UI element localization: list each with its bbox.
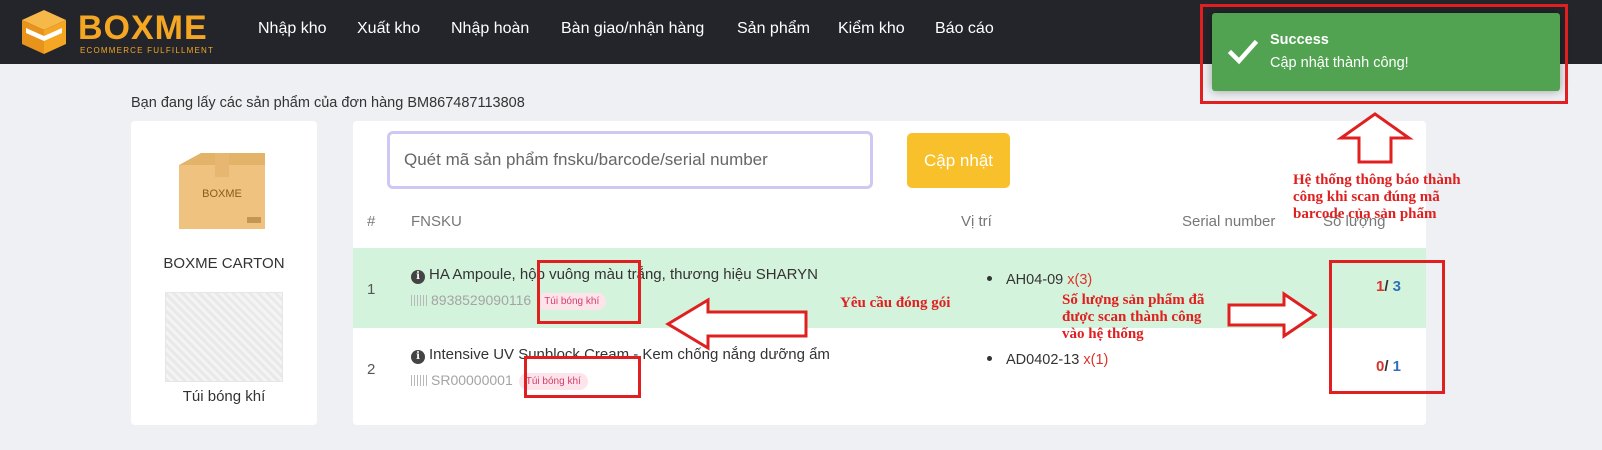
box-logo-icon bbox=[22, 10, 66, 54]
right-arrow-icon bbox=[1227, 291, 1318, 339]
info-icon[interactable]: i bbox=[411, 350, 425, 364]
nav-item-kiem-kho[interactable]: Kiểm kho bbox=[838, 19, 905, 39]
product-code-text: 8938529090116 bbox=[431, 292, 532, 308]
boxme-logo[interactable]: BOXME ECOMMERCE FULFILLMENT bbox=[18, 6, 228, 58]
bag-name: Túi bóng khí bbox=[182, 388, 266, 405]
location-item: AD0402-13 x(1) bbox=[987, 352, 1108, 368]
quantity-annotation: Số lượng sản phẩm đã được scan thành côn… bbox=[1062, 292, 1205, 342]
packing-annotation: Yêu cầu đóng gói bbox=[840, 295, 951, 311]
nav-item-xuat-kho[interactable]: Xuất kho bbox=[357, 19, 420, 39]
row-index: 2 bbox=[367, 361, 376, 378]
brand-tagline: ECOMMERCE FULFILLMENT bbox=[80, 46, 215, 55]
order-heading: Bạn đang lấy các sản phẩm của đơn hàng B… bbox=[131, 95, 525, 111]
product-code-text: SR00000001 bbox=[431, 372, 513, 388]
bullet-icon bbox=[987, 356, 992, 361]
bullet-icon bbox=[987, 276, 992, 281]
update-button[interactable]: Cập nhật bbox=[907, 133, 1010, 188]
nav-item-san-pham[interactable]: Sản phẩm bbox=[737, 19, 810, 39]
bubble-bag-image bbox=[165, 292, 283, 382]
left-arrow-icon bbox=[665, 297, 808, 351]
carton-box-image: BOXME bbox=[179, 153, 265, 229]
nav-item-ban-giao-nhan-hang[interactable]: Bàn giao/nhận hàng bbox=[561, 19, 704, 39]
location-qty: x(1) bbox=[1083, 352, 1109, 368]
col-header-location: Vị trí bbox=[961, 213, 992, 230]
tag-highlight-box-1 bbox=[537, 260, 641, 324]
carton-name: BOXME CARTON bbox=[163, 255, 285, 272]
nav-item-bao-cao[interactable]: Báo cáo bbox=[935, 19, 994, 39]
nav-item-nhap-hoan[interactable]: Nhập hoàn bbox=[451, 19, 529, 39]
carton-logo-text: BOXME bbox=[202, 188, 242, 200]
brand-name: BOXME bbox=[78, 9, 208, 47]
up-arrow-icon bbox=[1336, 112, 1414, 164]
table-row[interactable]: 2 i Intensive UV Sunblock Cream - Kem chố… bbox=[353, 328, 1426, 408]
barcode-icon bbox=[411, 295, 427, 306]
location-code: AD0402-13 bbox=[1006, 352, 1080, 368]
scan-input[interactable] bbox=[387, 131, 873, 189]
location-item: AH04-09 x(3) bbox=[987, 272, 1092, 288]
packaging-card: BOXME BOXME CARTON Túi bóng khí bbox=[131, 121, 317, 425]
location-code: AH04-09 bbox=[1006, 272, 1064, 288]
toast-highlight-box bbox=[1200, 4, 1568, 104]
tag-highlight-box-2 bbox=[524, 356, 641, 398]
info-icon[interactable]: i bbox=[411, 270, 425, 284]
col-header-serial: Serial number bbox=[1182, 213, 1276, 230]
row-index: 1 bbox=[367, 281, 376, 298]
col-header-index: # bbox=[367, 213, 376, 230]
scan-card: Cập nhật # FNSKU Vị trí Serial number Số… bbox=[353, 121, 1426, 425]
quantity-highlight-box bbox=[1329, 260, 1445, 394]
location-qty: x(3) bbox=[1067, 272, 1093, 288]
col-header-fnsku: FNSKU bbox=[411, 213, 462, 230]
nav-item-nhap-kho[interactable]: Nhập kho bbox=[258, 19, 327, 39]
barcode-icon bbox=[411, 375, 427, 386]
toast-annotation: Hệ thống thông báo thành công khi scan đ… bbox=[1293, 172, 1461, 222]
